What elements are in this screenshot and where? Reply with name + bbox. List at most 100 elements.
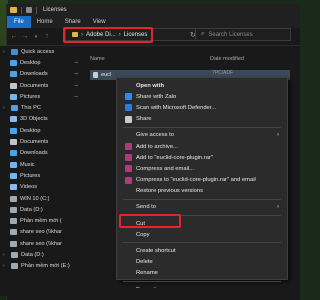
menu-item[interactable]: Compress to "euclid-core-plugin.rar" and… [117,175,287,186]
status-bar [0,288,294,296]
download-icon [10,150,17,157]
menu-item[interactable]: Restore previous versions [117,186,287,197]
chevron-right-icon[interactable]: › [3,105,8,111]
menu-item[interactable]: Scan with Microsoft Defender... [117,102,287,113]
sidebar-item[interactable]: Pictures ⊸ [0,91,82,102]
menu-item-label: Cut [136,220,146,227]
chevron-right-icon[interactable]: › [3,252,8,258]
sidebar-item-label: Documents [20,82,49,89]
breadcrumb-licenses[interactable]: Licenses [124,32,148,38]
sidebar-item[interactable]: Desktop [0,125,82,136]
tab-view[interactable]: View [87,16,112,28]
blank-icon [125,270,132,277]
menu-item[interactable]: Send to › [117,202,287,213]
documents-icon [10,139,17,146]
drive-icon [10,195,17,202]
menu-item-label: Add to archive... [136,143,178,150]
menu-item[interactable]: Delete [117,257,287,268]
breadcrumb-adobe[interactable]: Adobe Di... [86,32,116,38]
tab-home[interactable]: Home [31,16,59,28]
sidebar-item-label: Desktop [20,127,41,134]
quick-access-toolbar-icon[interactable] [26,7,32,13]
sidebar-item-label: share seo (\\khar [20,240,62,247]
sidebar-item[interactable]: Phần mềm mới ( [0,215,82,226]
pictures-icon [10,93,17,100]
sidebar-item[interactable]: Videos [0,182,82,193]
menu-item[interactable]: Share with Zalo [117,91,287,102]
sidebar-item[interactable]: Downloads ⊸ [0,69,82,80]
sidebar-item[interactable]: 3D Objects [0,114,82,125]
sidebar-item[interactable]: › Quick access [0,46,82,57]
sidebar-item[interactable]: › Phần mềm mới (E:) [0,261,82,272]
file-name: eucl [101,72,112,78]
column-header-name[interactable]: Name [90,56,210,62]
menu-item-label: Restore previous versions [136,188,204,195]
menu-item[interactable]: Open with [117,80,287,91]
forward-arrow-icon[interactable]: → [21,33,29,41]
up-arrow-icon[interactable]: ↑ [43,33,51,41]
menu-item[interactable]: Compress and email... [117,163,287,174]
sidebar-item-label: Data (D:) [20,206,43,213]
sidebar-item[interactable]: share seo (\\khar [0,227,82,238]
share-icon [125,115,132,123]
winrar-icon [125,143,132,151]
tab-share[interactable]: Share [59,16,87,28]
menu-item-label: Rename [136,270,158,277]
sidebar-item[interactable]: Pictures [0,170,82,181]
pin-icon: ⊸ [73,71,78,78]
sidebar-item[interactable]: Data (D:) [0,204,82,215]
blank-icon [125,259,132,266]
sidebar-item-label: Phần mềm mới (E:) [21,263,70,270]
menu-item[interactable]: Rename [117,268,287,279]
sidebar-item[interactable]: › Data (D:) [0,249,82,260]
back-arrow-icon[interactable]: ← [10,33,18,41]
menu-item[interactable]: Copy [117,229,287,240]
chevron-right-icon[interactable]: › [3,263,8,269]
computer-icon [11,105,18,112]
menu-item[interactable]: Add to "euclid-core-plugin.rar" [117,152,287,163]
menu-separator [123,281,281,282]
search-box[interactable]: ⌕ Search Licenses [195,28,291,41]
submenu-arrow-icon: › [277,132,279,139]
star-icon [11,48,18,55]
menu-item[interactable]: Give access to › [117,130,287,141]
ribbon-tabs: File Home Share View [7,16,300,28]
sidebar-item[interactable]: WIN 10 (C:) [0,193,82,204]
menu-item[interactable]: Share [117,114,287,125]
title-divider [36,6,37,14]
title-bar: Licenses [7,4,300,16]
sidebar-item[interactable]: › This PC [0,102,82,113]
sidebar-item-label: Pictures [20,93,41,100]
sidebar-item[interactable]: Downloads [0,148,82,159]
sidebar-item[interactable]: Music [0,159,82,170]
blank-icon [125,82,132,89]
sidebar-item[interactable]: Documents [0,136,82,147]
blank-icon [125,188,132,195]
menu-item-label: Compress to "euclid-core-plugin.rar" and… [136,177,256,184]
sidebar-item-label: This PC [21,105,41,112]
chevron-right-icon[interactable]: › [3,49,8,55]
winrar-icon [125,176,132,184]
winrar-icon [125,154,132,162]
menu-separator [123,198,281,200]
address-bar[interactable]: › Adobe Di... › Licenses [65,28,205,41]
tab-file[interactable]: File [7,16,31,28]
zalo-icon [125,93,132,101]
sidebar-item-label: Data (D:) [21,251,44,258]
menu-item[interactable]: Create shortcut [117,245,287,256]
column-header-date[interactable]: Date modified [210,56,280,62]
menu-item-label: Scan with Microsoft Defender... [136,104,217,111]
recent-locations-icon[interactable]: ▾ [32,33,40,41]
menu-item[interactable]: Add to archive... [117,141,287,152]
window-title: Licenses [43,7,67,13]
menu-item[interactable]: Cut [117,218,287,229]
search-icon: ⌕ [201,31,205,37]
context-menu: Open with Share with Zalo Scan with Micros… [116,77,288,293]
sidebar-item-label: Documents [20,139,49,146]
sidebar-item[interactable]: Documents ⊸ [0,80,82,91]
sidebar-item[interactable]: share seo (\\khar [0,238,82,249]
pin-icon: ⊸ [73,59,78,66]
menu-item-label: Compress and email... [136,165,194,172]
network-drive-icon [10,240,17,247]
sidebar-item[interactable]: Desktop ⊸ [0,57,82,68]
